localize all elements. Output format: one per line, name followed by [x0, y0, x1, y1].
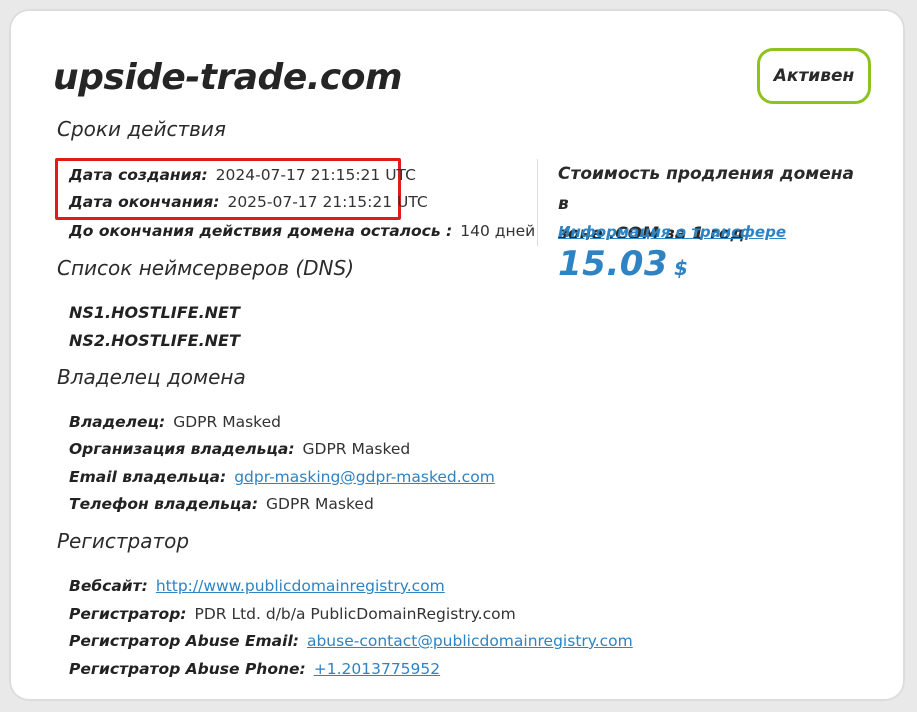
expires-date-value: 2025-07-17 21:15:21 UTC [227, 193, 428, 211]
owner-email-link[interactable]: gdpr-masking@gdpr-masked.com [234, 468, 495, 486]
registrar-abuse-email-row: Регистратор Abuse Email: abuse-contact@pu… [69, 632, 633, 650]
registrar-abuse-phone-label: Регистратор Abuse Phone: [69, 660, 306, 678]
owner-org-value: GDPR Masked [302, 440, 411, 458]
remaining-days-row: До окончания действия домена осталось : 1… [69, 222, 535, 240]
renewal-info: Стоимость продления домена в зоне .COM з… [558, 159, 858, 285]
owner-label: Владелец: [69, 413, 166, 431]
transfer-info-link[interactable]: Информация о трансфере [558, 223, 786, 241]
dns-server-2: NS2.HOSTLIFE.NET [69, 331, 240, 350]
owner-phone-label: Телефон владельца: [69, 495, 259, 513]
owner-email-row: Email владельца: gdpr-masking@gdpr-masked… [69, 468, 495, 486]
owner-org-label: Организация владельца: [69, 440, 295, 458]
status-badge: Активен [757, 48, 871, 104]
registrar-section-title: Регистратор [57, 529, 190, 553]
owner-row: Владелец: GDPR Masked [69, 413, 281, 431]
registrar-name-value: PDR Ltd. d/b/a PublicDomainRegistry.com [194, 605, 516, 623]
renewal-text-line1: Стоимость продления домена в [558, 164, 854, 214]
owner-email-label: Email владельца: [69, 468, 227, 486]
renewal-price: 15.03 [558, 244, 669, 284]
registrar-website-link[interactable]: http://www.publicdomainregistry.com [156, 577, 445, 595]
domain-title: upside-trade.com [53, 57, 403, 98]
registrar-abuse-phone-link[interactable]: +1.2013775952 [314, 660, 440, 678]
registrar-name-row: Регистратор: PDR Ltd. d/b/a PublicDomainR… [69, 605, 516, 623]
registrar-name-label: Регистратор: [69, 605, 187, 623]
whois-card: upside-trade.com Активен Сроки действия … [9, 9, 905, 701]
created-date-label: Дата создания: [69, 166, 208, 184]
currency-symbol: $ [673, 256, 688, 280]
owner-value: GDPR Masked [173, 413, 281, 431]
registrar-abuse-email-label: Регистратор Abuse Email: [69, 632, 299, 650]
dns-section-title: Список неймсерверов (DNS) [57, 256, 355, 280]
registrar-abuse-phone-row: Регистратор Abuse Phone: +1.2013775952 [69, 660, 440, 678]
expires-date-label: Дата окончания: [69, 193, 220, 211]
registrar-website-row: Вебсайт: http://www.publicdomainregistry.… [69, 577, 445, 595]
dns-server-1: NS1.HOSTLIFE.NET [69, 303, 240, 322]
owner-phone-value: GDPR Masked [266, 495, 374, 513]
owner-section-title: Владелец домена [57, 365, 246, 389]
registrar-website-label: Вебсайт: [69, 577, 148, 595]
owner-org-row: Организация владельца: GDPR Masked [69, 440, 410, 458]
owner-phone-row: Телефон владельца: GDPR Masked [69, 495, 374, 513]
created-date-row: Дата создания: 2024-07-17 21:15:21 UTC [69, 166, 416, 184]
created-date-value: 2024-07-17 21:15:21 UTC [215, 166, 416, 184]
expires-date-row: Дата окончания: 2025-07-17 21:15:21 UTC [69, 193, 428, 211]
registrar-abuse-email-link[interactable]: abuse-contact@publicdomainregistry.com [307, 632, 633, 650]
remaining-days-value: 140 дней [460, 222, 536, 240]
remaining-days-label: До окончания действия домена осталось : [69, 222, 453, 240]
vertical-divider [537, 159, 538, 246]
validity-section-title: Сроки действия [57, 117, 226, 141]
